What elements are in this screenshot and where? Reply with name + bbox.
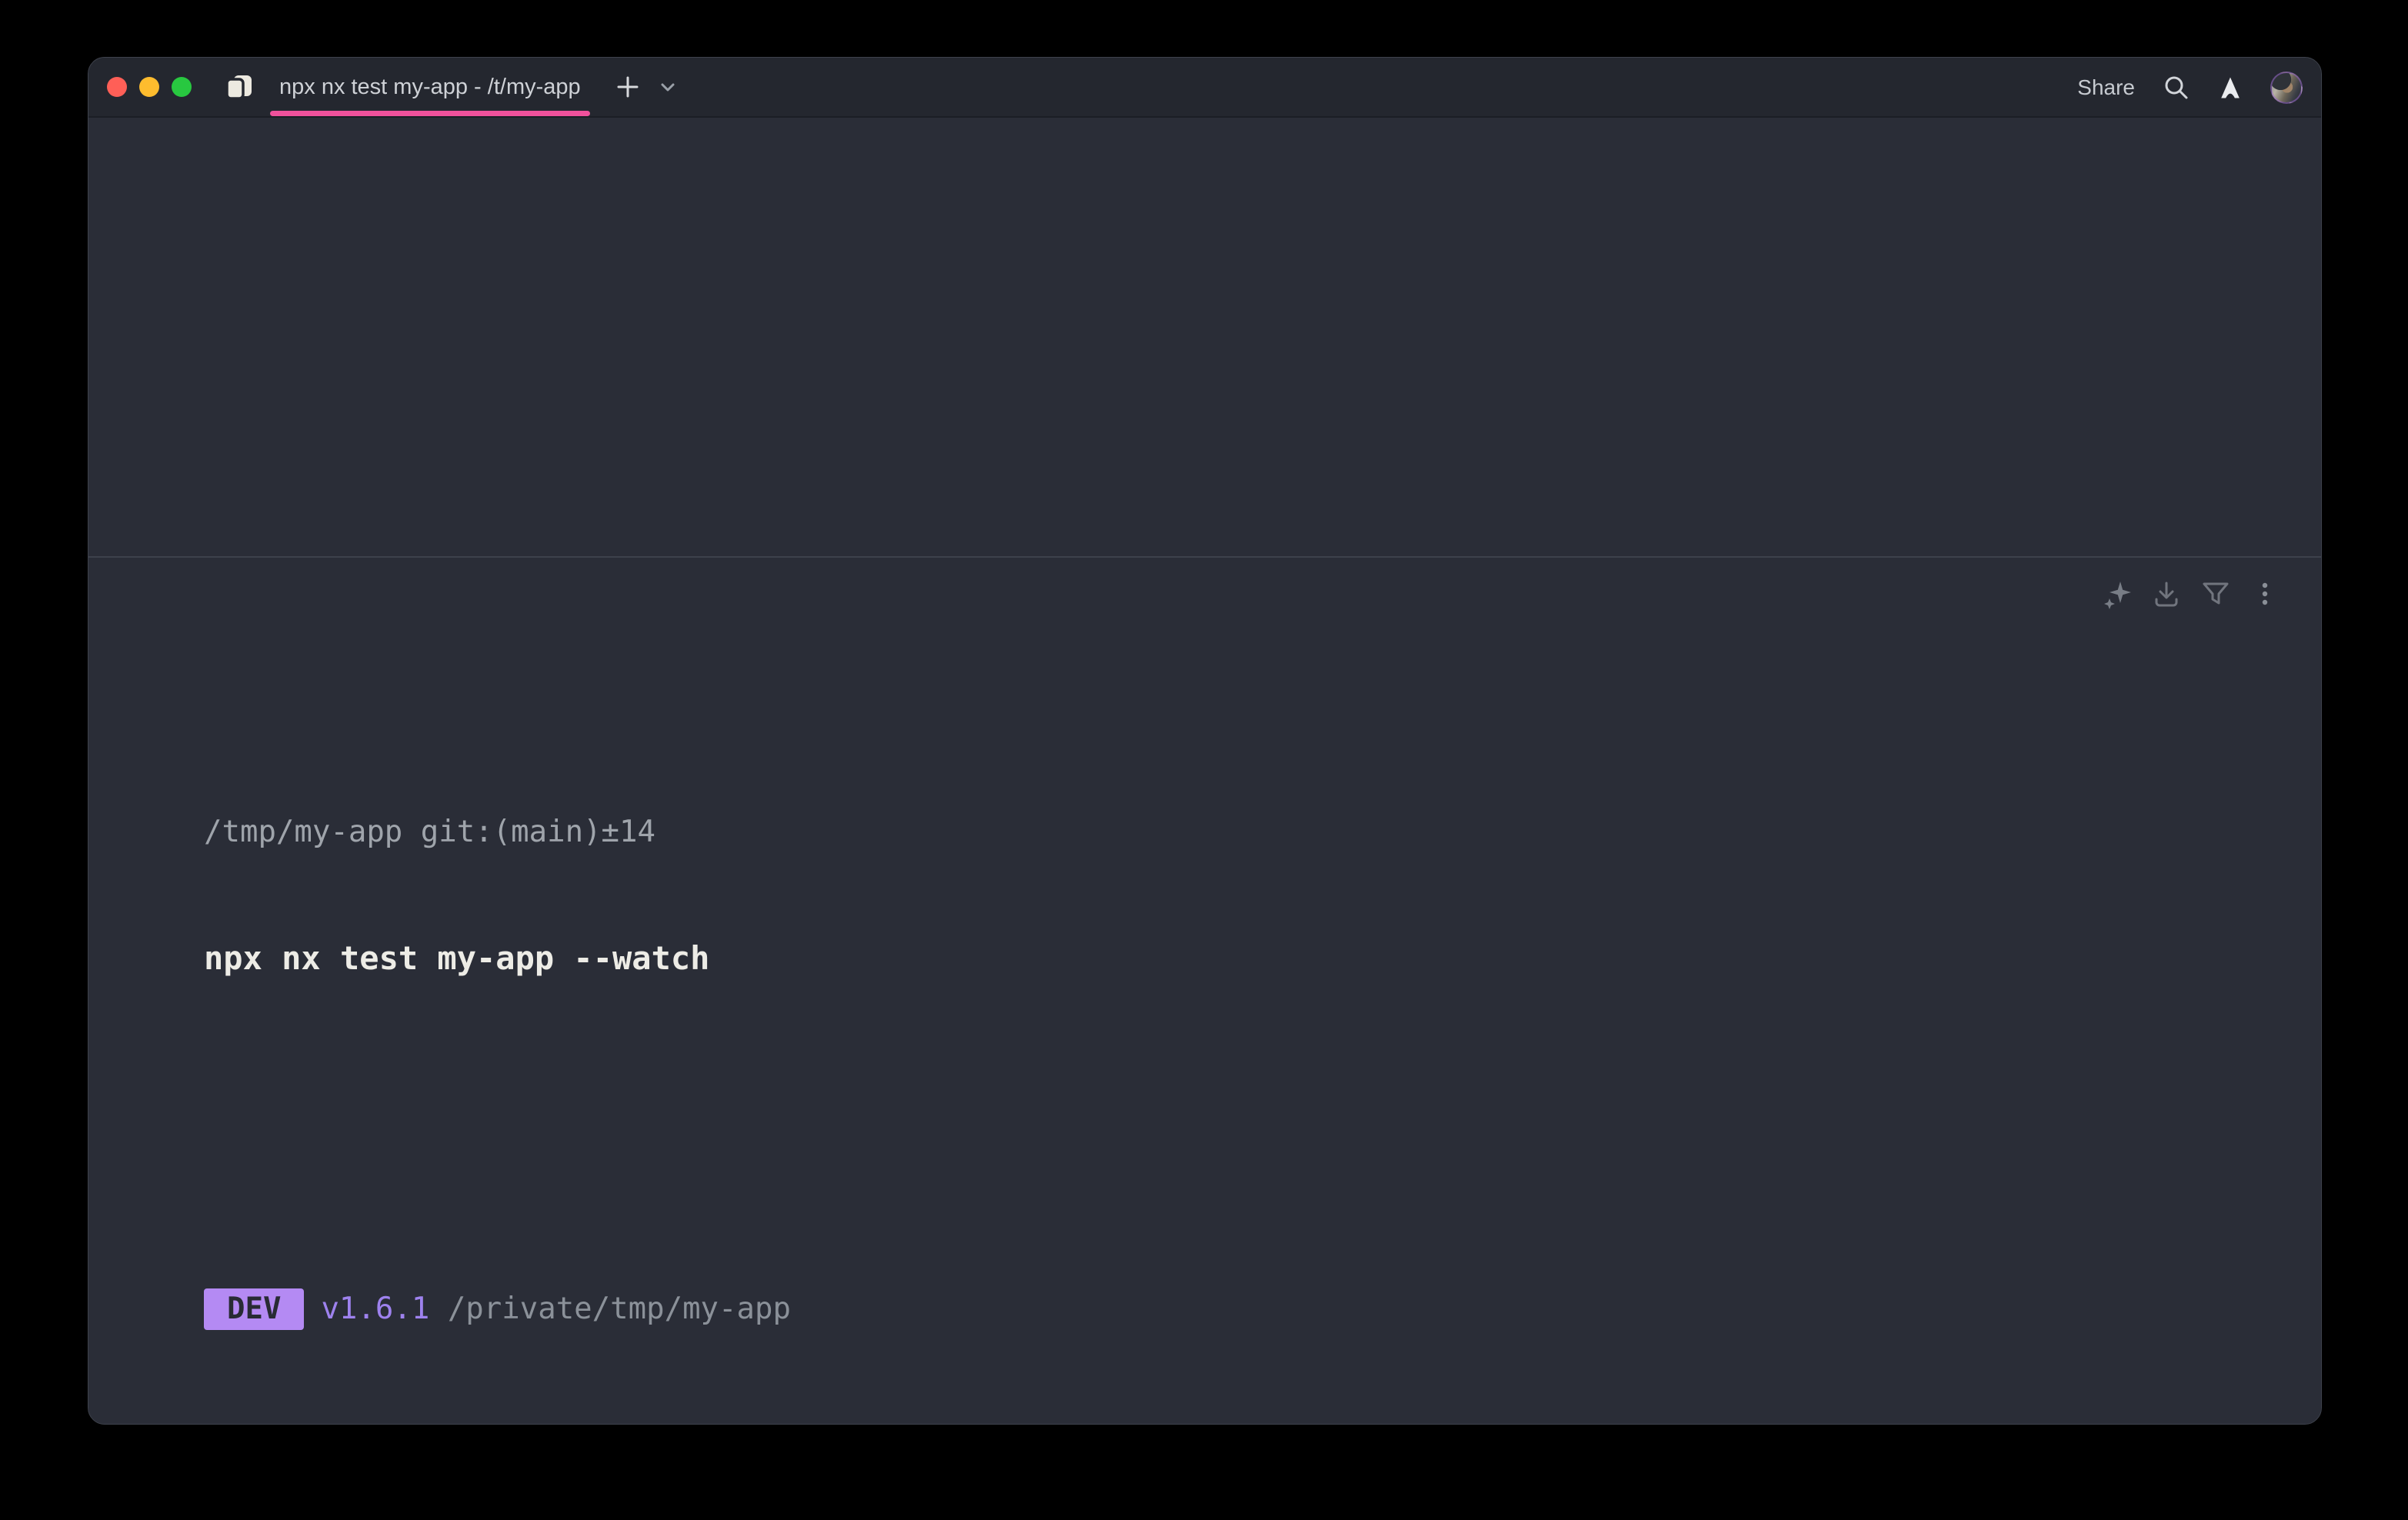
prompt-line: /tmp/my-app git:(main)±14 (204, 812, 2278, 853)
block-actions (2101, 578, 2281, 610)
search-icon[interactable] (2163, 74, 2190, 102)
zoom-window-button[interactable] (172, 77, 192, 97)
command-line: npx nx test my-app --watch (204, 936, 2278, 981)
tab-bar: npx nx test my-app - /t/my-app Share (88, 58, 2321, 118)
active-tab-indicator (270, 111, 590, 116)
avatar[interactable] (2270, 72, 2303, 104)
download-icon[interactable] (2150, 578, 2183, 610)
dev-badge: DEV (204, 1288, 304, 1330)
warp-logo-icon[interactable] (2218, 74, 2243, 102)
tab-npx-nx-test[interactable]: npx nx test my-app - /t/my-app (267, 58, 593, 116)
minimize-window-button[interactable] (139, 77, 159, 97)
terminal-window: npx nx test my-app - /t/my-app Share (88, 57, 2322, 1425)
panes-icon (225, 74, 253, 100)
chevron-down-icon[interactable] (658, 77, 678, 97)
scrollback-area (88, 118, 2321, 556)
kebab-menu-icon[interactable] (2249, 578, 2281, 610)
filter-icon[interactable] (2200, 578, 2232, 610)
vitest-cwd: /private/tmp/my-app (429, 1292, 791, 1326)
close-window-button[interactable] (107, 77, 127, 97)
vitest-output: DEVv1.6.1 /private/tmp/my-app ✓ src/app/… (204, 1164, 2278, 1425)
ai-sparkle-icon[interactable] (2101, 578, 2133, 610)
vitest-version: v1.6.1 (321, 1292, 429, 1326)
share-button[interactable]: Share (2077, 75, 2135, 100)
traffic-lights (107, 77, 192, 97)
command-block: /tmp/my-app git:(main)±14 npx nx test my… (88, 556, 2321, 1425)
tab-title: npx nx test my-app - /t/my-app (279, 75, 581, 100)
vitest-header-line: DEV v1.6.1 /private/tmp/my-app (204, 1288, 2278, 1330)
new-tab-button[interactable] (615, 74, 641, 100)
